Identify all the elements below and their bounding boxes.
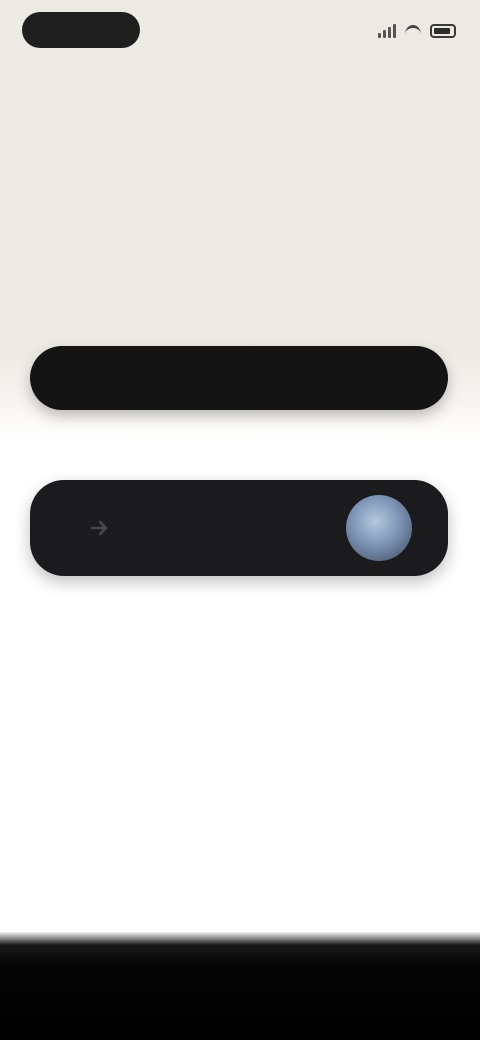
status-icons <box>378 20 456 42</box>
bottom-nav <box>0 932 480 1040</box>
status-pill[interactable] <box>22 12 140 48</box>
battery-icon <box>430 24 456 38</box>
wifi-icon <box>404 24 422 38</box>
avatar[interactable] <box>346 495 412 561</box>
arrow-icon <box>90 520 108 536</box>
signal-icon <box>378 24 396 38</box>
status-bar <box>0 0 480 60</box>
primary-action-button[interactable] <box>30 346 448 410</box>
dock-action-button[interactable] <box>30 480 448 576</box>
